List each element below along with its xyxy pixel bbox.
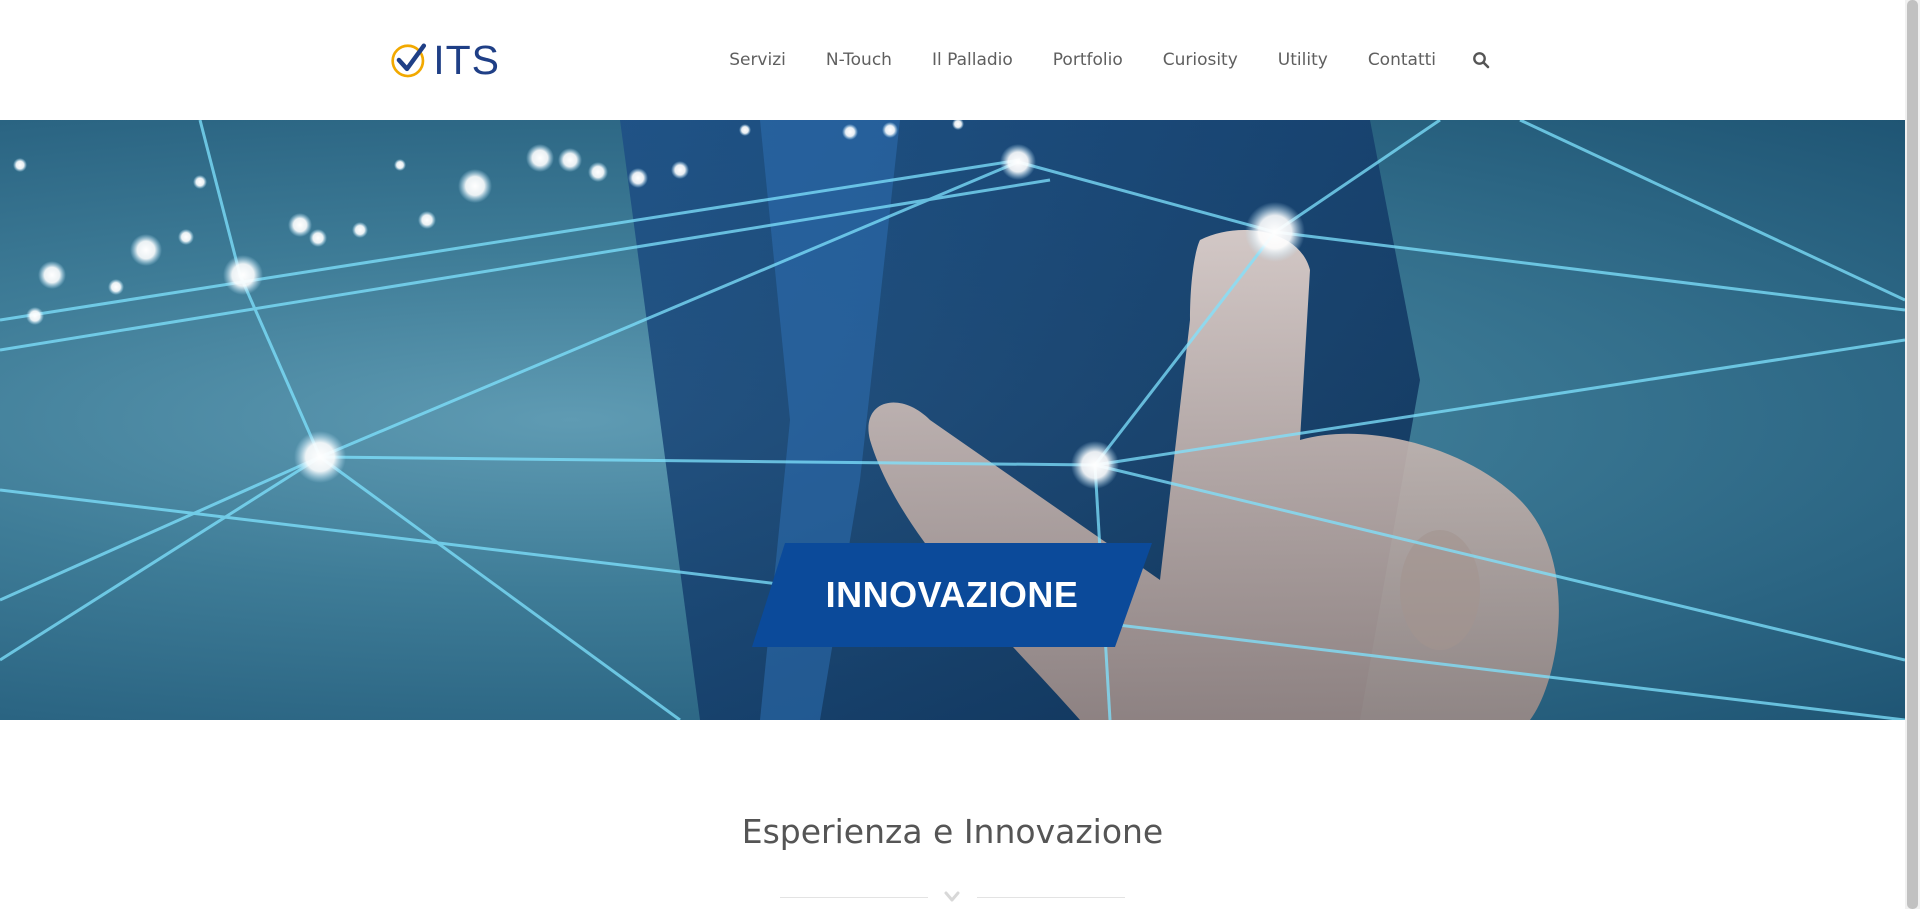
nav-item-curiosity[interactable]: Curiosity xyxy=(1163,50,1238,70)
main-nav: Servizi N-Touch Il Palladio Portfolio Cu… xyxy=(729,44,1490,76)
nav-item-n-touch[interactable]: N-Touch xyxy=(826,50,892,70)
logo-text: ITS xyxy=(433,36,500,83)
main-content: Esperienza e Innovazione xyxy=(0,720,1905,909)
nav-item-contatti[interactable]: Contatti xyxy=(1368,50,1436,70)
chevron-down-icon xyxy=(944,891,960,902)
site-header: ITS Servizi N-Touch Il Palladio Portfoli… xyxy=(0,0,1905,120)
nav-item-servizi[interactable]: Servizi xyxy=(729,50,786,70)
scrollbar[interactable] xyxy=(1905,0,1920,909)
check-circle-icon xyxy=(391,43,427,78)
hero-banner: INNOVAZIONE xyxy=(0,120,1905,720)
divider-left xyxy=(780,897,928,898)
nav-item-il-palladio[interactable]: Il Palladio xyxy=(932,50,1013,70)
logo[interactable]: ITS xyxy=(390,38,500,82)
section-title: Esperienza e Innovazione xyxy=(741,812,1164,851)
scrollbar-thumb[interactable] xyxy=(1907,0,1918,909)
nav-item-utility[interactable]: Utility xyxy=(1278,50,1328,70)
nav-item-portfolio[interactable]: Portfolio xyxy=(1053,50,1123,70)
divider-right xyxy=(977,897,1125,898)
hero-caption: INNOVAZIONE xyxy=(825,574,1079,615)
search-icon[interactable] xyxy=(1472,51,1490,69)
